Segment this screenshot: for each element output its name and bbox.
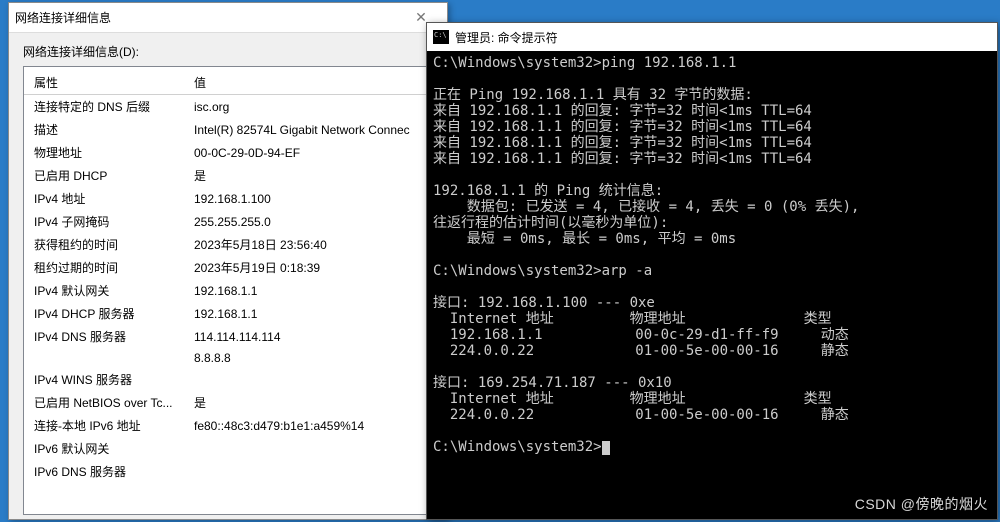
value-cell	[184, 460, 432, 483]
dialog-titlebar[interactable]: 网络连接详细信息 ✕	[9, 3, 447, 33]
table-row[interactable]: IPv4 DHCP 服务器192.168.1.1	[24, 302, 432, 325]
table-row[interactable]: 租约过期的时间2023年5月19日 0:18:39	[24, 256, 432, 279]
table-row[interactable]: 描述Intel(R) 82574L Gigabit Network Connec	[24, 118, 432, 141]
property-cell: IPv6 DNS 服务器	[24, 460, 184, 483]
table-row[interactable]: 物理地址00-0C-29-0D-94-EF	[24, 141, 432, 164]
value-cell: 是	[184, 164, 432, 187]
table-row[interactable]: IPv4 默认网关192.168.1.1	[24, 279, 432, 302]
details-label: 网络连接详细信息(D):	[23, 43, 433, 60]
property-cell: 已启用 NetBIOS over Tc...	[24, 391, 184, 414]
table-row[interactable]: 8.8.8.8	[24, 348, 432, 368]
property-cell: IPv4 WINS 服务器	[24, 368, 184, 391]
cmd-output[interactable]: C:\Windows\system32>ping 192.168.1.1 正在 …	[427, 51, 997, 459]
watermark: CSDN @傍晚的烟火	[855, 494, 988, 514]
table-row[interactable]: IPv4 DNS 服务器114.114.114.114	[24, 325, 432, 348]
property-cell: 描述	[24, 118, 184, 141]
property-cell: IPv4 默认网关	[24, 279, 184, 302]
table-row[interactable]: 已启用 NetBIOS over Tc...是	[24, 391, 432, 414]
col-value[interactable]: 值	[184, 71, 432, 95]
value-cell	[184, 437, 432, 460]
property-cell: 已启用 DHCP	[24, 164, 184, 187]
property-cell: IPv4 子网掩码	[24, 210, 184, 233]
value-cell: 114.114.114.114	[184, 325, 432, 348]
property-cell	[24, 348, 184, 368]
property-cell: 物理地址	[24, 141, 184, 164]
cmd-icon	[433, 30, 449, 44]
table-row[interactable]: IPv6 DNS 服务器	[24, 460, 432, 483]
network-details-dialog: 网络连接详细信息 ✕ 网络连接详细信息(D): 属性 值 连接特定的 DNS 后…	[8, 2, 448, 520]
table-row[interactable]: IPv4 WINS 服务器	[24, 368, 432, 391]
value-cell: 2023年5月18日 23:56:40	[184, 233, 432, 256]
table-row[interactable]: IPv4 地址192.168.1.100	[24, 187, 432, 210]
value-cell: 255.255.255.0	[184, 210, 432, 233]
value-cell: 192.168.1.100	[184, 187, 432, 210]
table-row[interactable]: IPv6 默认网关	[24, 437, 432, 460]
cmd-title: 管理员: 命令提示符	[455, 29, 558, 46]
property-cell: 租约过期的时间	[24, 256, 184, 279]
property-cell: IPv4 DHCP 服务器	[24, 302, 184, 325]
dialog-body: 网络连接详细信息(D): 属性 值 连接特定的 DNS 后缀isc.org描述I…	[9, 33, 447, 519]
command-prompt-window: 管理员: 命令提示符 C:\Windows\system32>ping 192.…	[426, 22, 998, 520]
value-cell: isc.org	[184, 95, 432, 119]
value-cell: 8.8.8.8	[184, 348, 432, 368]
table-row[interactable]: 连接特定的 DNS 后缀isc.org	[24, 95, 432, 119]
value-cell: 是	[184, 391, 432, 414]
table-row[interactable]: 获得租约的时间2023年5月18日 23:56:40	[24, 233, 432, 256]
col-property[interactable]: 属性	[24, 71, 184, 95]
property-cell: IPv4 DNS 服务器	[24, 325, 184, 348]
value-cell: 192.168.1.1	[184, 302, 432, 325]
dialog-title: 网络连接详细信息	[15, 9, 401, 26]
table-row[interactable]: IPv4 子网掩码255.255.255.0	[24, 210, 432, 233]
value-cell: fe80::48c3:d479:b1e1:a459%14	[184, 414, 432, 437]
value-cell: 00-0C-29-0D-94-EF	[184, 141, 432, 164]
value-cell: 192.168.1.1	[184, 279, 432, 302]
value-cell: Intel(R) 82574L Gigabit Network Connec	[184, 118, 432, 141]
table-row[interactable]: 已启用 DHCP是	[24, 164, 432, 187]
value-cell: 2023年5月19日 0:18:39	[184, 256, 432, 279]
details-listbox[interactable]: 属性 值 连接特定的 DNS 后缀isc.org描述Intel(R) 82574…	[23, 66, 433, 515]
property-cell: IPv4 地址	[24, 187, 184, 210]
value-cell	[184, 368, 432, 391]
property-cell: 连接-本地 IPv6 地址	[24, 414, 184, 437]
property-cell: IPv6 默认网关	[24, 437, 184, 460]
property-cell: 获得租约的时间	[24, 233, 184, 256]
cursor	[602, 441, 610, 455]
property-cell: 连接特定的 DNS 后缀	[24, 95, 184, 119]
details-table: 属性 值 连接特定的 DNS 后缀isc.org描述Intel(R) 82574…	[24, 71, 432, 483]
table-row[interactable]: 连接-本地 IPv6 地址fe80::48c3:d479:b1e1:a459%1…	[24, 414, 432, 437]
cmd-titlebar[interactable]: 管理员: 命令提示符	[427, 23, 997, 51]
